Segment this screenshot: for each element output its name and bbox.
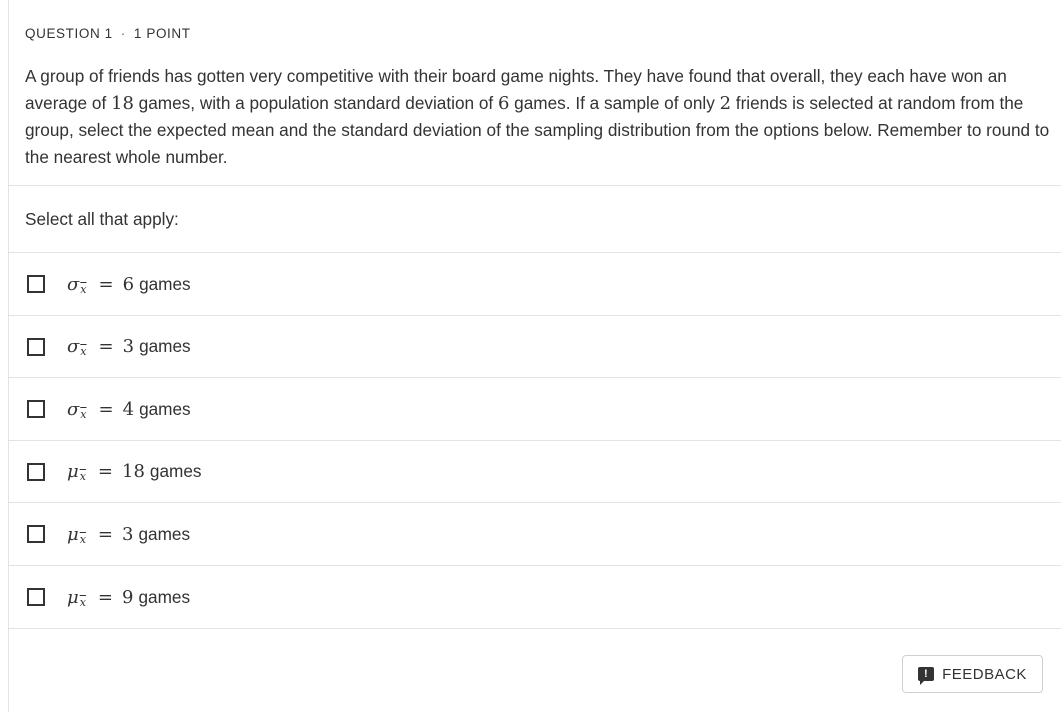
- option-checkbox[interactable]: [27, 275, 45, 293]
- question-number: QUESTION 1: [25, 26, 113, 41]
- option-symbol: σ: [67, 273, 80, 295]
- option-unit: games: [139, 398, 191, 419]
- option-math: σ x = 6: [67, 273, 135, 296]
- option-symbol: μ: [67, 523, 79, 545]
- question-text-part: games. If a sample of only: [509, 92, 720, 113]
- option-unit: games: [138, 523, 191, 544]
- option-label: σ x = 4 games: [67, 398, 191, 421]
- answer-option[interactable]: σ x = 3 games: [8, 316, 1061, 378]
- option-subscript-x: x: [80, 282, 87, 296]
- answer-option[interactable]: μ x = 9 games: [8, 566, 1061, 628]
- option-equals: =: [98, 336, 114, 358]
- option-checkbox[interactable]: [27, 462, 45, 481]
- option-subscript: x: [80, 345, 86, 358]
- option-checkbox[interactable]: [27, 400, 45, 419]
- option-label: μ x = 18 games: [67, 461, 202, 483]
- option-checkbox[interactable]: [27, 337, 45, 356]
- option-value: 6: [122, 273, 135, 295]
- option-unit: games: [138, 586, 191, 607]
- option-label: σ x = 6 games: [67, 273, 191, 296]
- option-label: σ x = 3 games: [67, 336, 191, 358]
- option-equals: =: [97, 586, 114, 608]
- option-subscript-x: x: [79, 595, 86, 609]
- option-equals: =: [98, 398, 114, 420]
- option-math: σ x = 3: [67, 336, 135, 358]
- answer-option[interactable]: μ x = 3 games: [8, 503, 1061, 565]
- question-header: QUESTION 1 · 1 POINT: [25, 26, 191, 41]
- option-symbol: σ: [67, 336, 80, 358]
- option-math: σ x = 4: [67, 398, 135, 421]
- feedback-icon: !: [918, 667, 935, 685]
- option-unit: games: [139, 336, 191, 357]
- option-math: μ x = 9: [67, 586, 134, 609]
- option-subscript-x: x: [79, 532, 86, 546]
- option-subscript-x: x: [80, 345, 87, 359]
- answer-option[interactable]: σ x = 6 games: [8, 253, 1061, 315]
- population-mean-value: 18: [111, 92, 134, 114]
- divider: [8, 627, 1061, 629]
- option-unit: games: [139, 273, 191, 294]
- option-symbol: σ: [67, 398, 80, 420]
- option-symbol: μ: [67, 586, 79, 608]
- divider: [8, 185, 1061, 186]
- option-equals: =: [97, 461, 114, 483]
- option-subscript: x: [80, 470, 86, 483]
- population-sd-value: 6: [497, 92, 510, 114]
- option-value: 3: [122, 336, 135, 358]
- option-checkbox[interactable]: [27, 588, 45, 606]
- option-value: 3: [122, 523, 134, 545]
- question-page: QUESTION 1 · 1 POINT A group of friends ha…: [0, 0, 1061, 712]
- option-subscript: x: [80, 283, 86, 296]
- question-points: 1 POINT: [133, 26, 191, 41]
- option-subscript: x: [80, 533, 86, 546]
- answer-option[interactable]: μ x = 18 games: [8, 441, 1061, 503]
- sample-size-value: 2: [719, 92, 732, 114]
- option-unit: games: [149, 461, 202, 482]
- question-text: A group of friends has gotten very compe…: [25, 63, 1050, 170]
- option-equals: =: [98, 273, 114, 295]
- option-checkbox[interactable]: [27, 525, 45, 544]
- option-label: μ x = 9 games: [67, 586, 191, 609]
- option-math: μ x = 3: [67, 523, 134, 546]
- question-text-part: games, with a population standard deviat…: [133, 92, 498, 113]
- option-subscript: x: [80, 596, 86, 609]
- option-math: μ x = 18: [67, 461, 145, 483]
- option-subscript-x: x: [79, 470, 86, 484]
- answer-option[interactable]: σ x = 4 games: [8, 378, 1061, 440]
- feedback-button[interactable]: ! FEEDBACK: [902, 655, 1043, 693]
- option-value: 18: [122, 461, 145, 483]
- instruction-text: Select all that apply:: [25, 209, 179, 229]
- header-separator: ·: [120, 26, 126, 41]
- option-value: 4: [122, 398, 135, 420]
- feedback-label: FEEDBACK: [942, 665, 1027, 683]
- option-symbol: μ: [67, 461, 79, 483]
- option-label: μ x = 3 games: [67, 523, 191, 546]
- option-subscript: x: [80, 408, 86, 421]
- option-equals: =: [97, 523, 114, 545]
- option-value: 9: [122, 586, 134, 608]
- option-subscript-x: x: [80, 407, 87, 421]
